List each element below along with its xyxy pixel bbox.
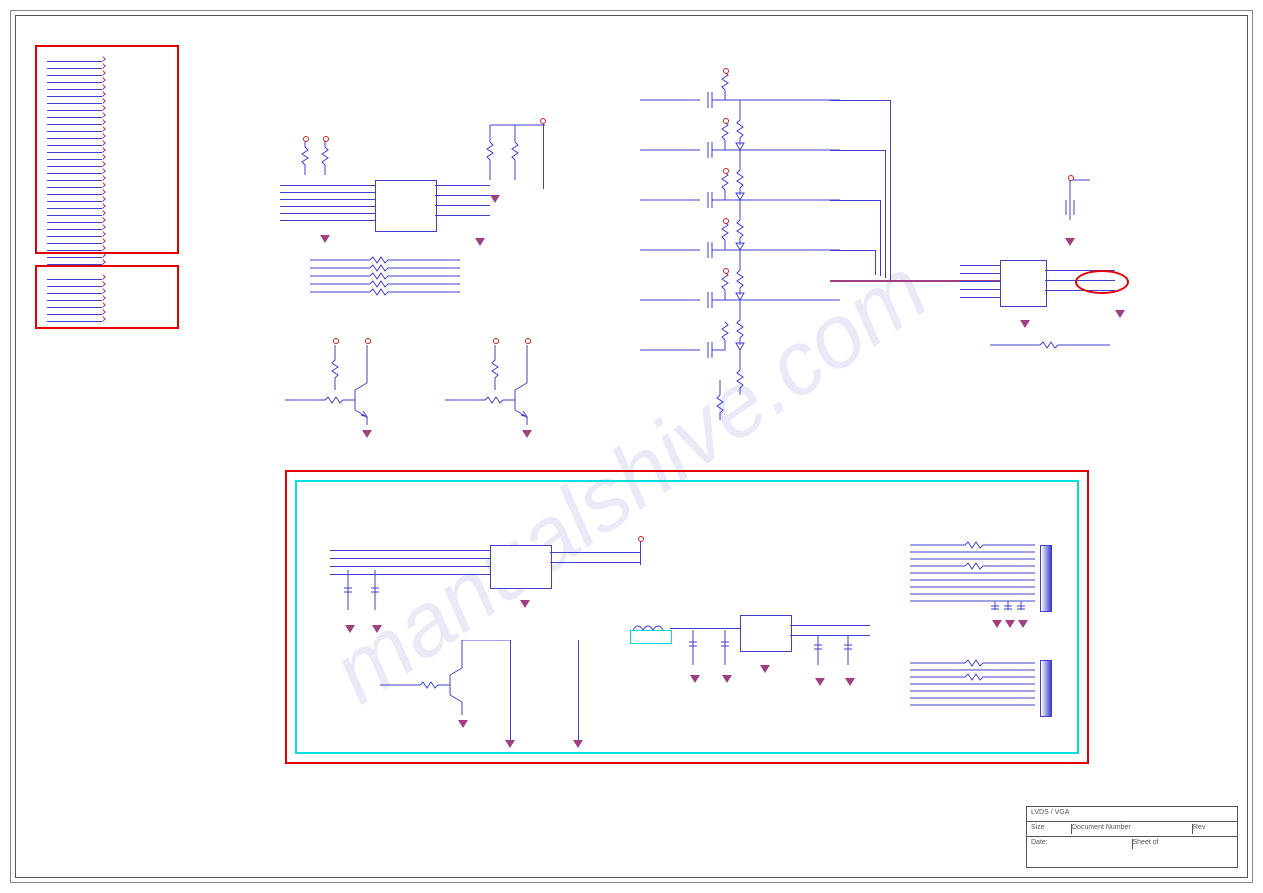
highlight-ellipse-icon bbox=[1075, 270, 1129, 294]
cap-pair-icon bbox=[340, 570, 400, 625]
ic-connector bbox=[1000, 260, 1047, 307]
ic-u1 bbox=[375, 180, 437, 232]
netlabel-group-1 bbox=[35, 45, 179, 254]
pullup-network-icon bbox=[485, 110, 565, 190]
transistor-circuit-2 bbox=[445, 335, 585, 430]
lvds-pairs-1 bbox=[910, 540, 1040, 615]
gnd-icon bbox=[320, 235, 330, 243]
title-block-title: LVDS / VGA bbox=[1027, 807, 1237, 822]
transistor-circuit-3 bbox=[380, 640, 520, 735]
transistor-circuit-1 bbox=[285, 335, 425, 430]
connector-cn1 bbox=[1040, 545, 1052, 612]
netlabel-group-2 bbox=[35, 265, 179, 329]
schematic-canvas: manualshive.com bbox=[0, 0, 1263, 893]
resistor-array-icon bbox=[310, 255, 470, 305]
connector-cn2 bbox=[1040, 660, 1052, 717]
lvds-pairs-2 bbox=[910, 658, 1040, 718]
title-block: LVDS / VGA Size Document Number Rev Date… bbox=[1026, 806, 1238, 868]
filter-network bbox=[640, 70, 890, 420]
ic-regulator bbox=[740, 615, 792, 652]
ic-u3 bbox=[490, 545, 552, 589]
gnd-icon bbox=[475, 238, 485, 246]
